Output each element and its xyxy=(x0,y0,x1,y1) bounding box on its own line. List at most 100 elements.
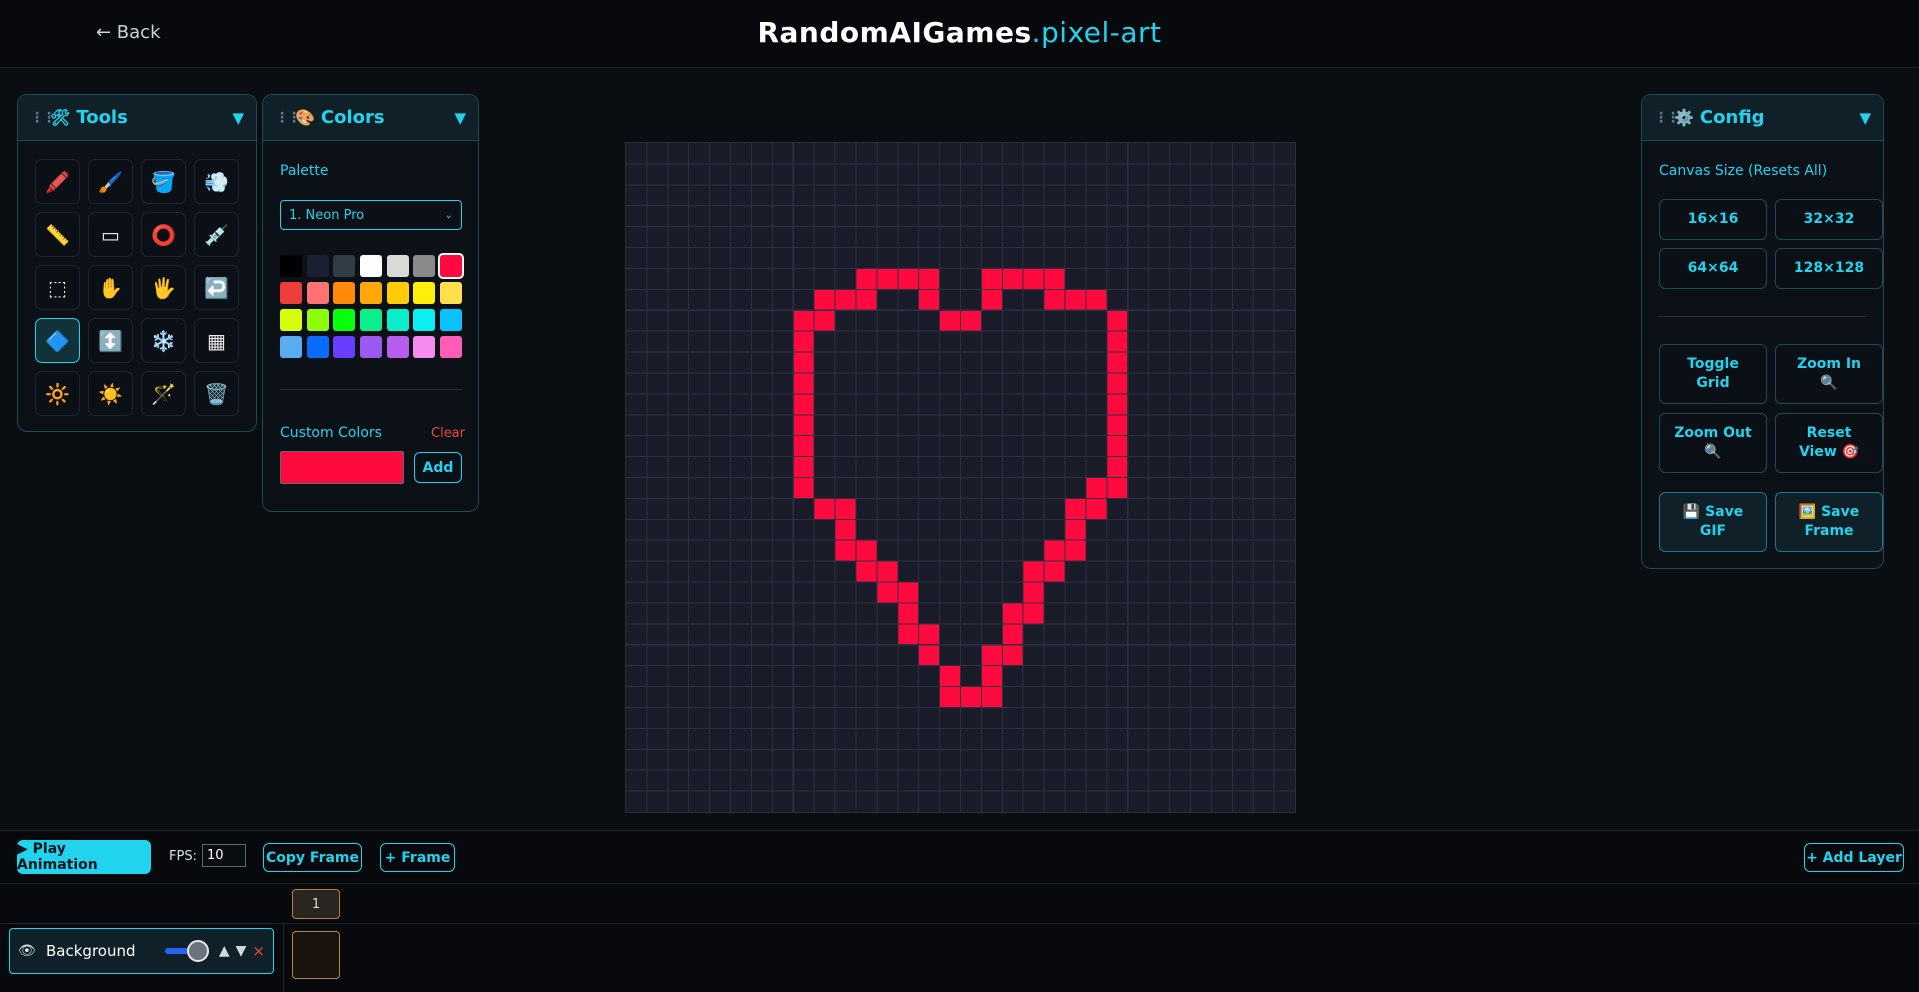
color-swatch[interactable] xyxy=(413,336,436,358)
pixel xyxy=(1023,561,1045,583)
tools-panel-header[interactable]: ⋮⋮ 🛠 Tools ▼ xyxy=(18,95,256,141)
tool-pan-button[interactable]: 🖐️ xyxy=(141,265,186,310)
add-layer-button[interactable]: + Add Layer xyxy=(1804,843,1904,872)
color-swatch[interactable] xyxy=(386,309,409,331)
layer-item-background[interactable]: 👁 Background ▲ ▼ × xyxy=(9,928,274,974)
tool-frost-button[interactable]: ❄️ xyxy=(141,318,186,363)
tool-checker-button[interactable]: ▦ xyxy=(194,318,239,363)
panel-title: Colors xyxy=(320,107,385,128)
config-panel-header[interactable]: ⋮⋮ ⚙️ Config ▼ xyxy=(1642,95,1883,141)
pixel xyxy=(876,268,898,290)
size-32-button[interactable]: 32×32 xyxy=(1775,199,1883,240)
move-layer-up-button[interactable]: ▲ xyxy=(219,943,230,959)
color-swatch[interactable] xyxy=(333,282,356,304)
palette-selected-value: 1. Neon Pro xyxy=(289,207,365,223)
divider xyxy=(283,923,284,992)
tool-hand-move-button[interactable]: ✋ xyxy=(88,265,133,310)
collapse-icon[interactable]: ▼ xyxy=(232,109,244,127)
size-64-button[interactable]: 64×64 xyxy=(1659,248,1767,289)
color-swatch[interactable] xyxy=(280,282,302,304)
color-swatch[interactable] xyxy=(333,309,356,331)
play-animation-button[interactable]: ▶ Play Animation xyxy=(17,840,151,874)
copy-frame-button[interactable]: Copy Frame xyxy=(263,843,362,872)
color-swatch[interactable] xyxy=(413,255,436,277)
color-swatch[interactable] xyxy=(438,253,465,279)
tool-mirror-button[interactable]: 🔷 xyxy=(35,318,80,363)
color-swatch[interactable] xyxy=(386,255,409,277)
colors-panel-header[interactable]: ⋮⋮ 🎨 Colors ▼ xyxy=(263,95,478,141)
custom-color-picker[interactable] xyxy=(280,451,404,484)
color-swatch[interactable] xyxy=(280,336,302,358)
add-frame-button[interactable]: + Frame xyxy=(380,843,455,872)
brand-title: RandomAIGames.pixel-art xyxy=(0,16,1919,49)
tool-trash-button[interactable]: 🗑️ xyxy=(194,371,239,416)
tool-line-button[interactable]: 📏 xyxy=(35,212,80,257)
move-layer-down-button[interactable]: ▼ xyxy=(236,943,247,959)
color-swatch[interactable] xyxy=(280,309,302,331)
color-swatch[interactable] xyxy=(360,282,383,304)
app-header: ← Back RandomAIGames.pixel-art xyxy=(0,0,1919,68)
fps-input[interactable] xyxy=(202,844,246,867)
tool-circle-button[interactable]: ⭕ xyxy=(141,212,186,257)
zoom-out-button[interactable]: Zoom Out 🔍 xyxy=(1659,413,1767,473)
clear-custom-colors-button[interactable]: Clear xyxy=(431,426,465,441)
tool-magic-wand-button[interactable]: 🪄 xyxy=(141,371,186,416)
color-swatch[interactable] xyxy=(440,282,463,304)
color-swatch[interactable] xyxy=(440,309,463,331)
frame-thumbnail-1[interactable] xyxy=(292,931,340,979)
pixel xyxy=(939,686,961,708)
color-swatch[interactable] xyxy=(306,309,329,331)
tool-fill-bucket-button[interactable]: 🪣 xyxy=(141,159,186,204)
color-swatch[interactable] xyxy=(386,282,409,304)
save-gif-button[interactable]: 💾 Save GIF xyxy=(1659,492,1767,552)
drag-handle-icon[interactable]: ⋮⋮ xyxy=(1654,110,1680,126)
frame-number-1[interactable]: 1 xyxy=(292,889,340,919)
slider-knob[interactable] xyxy=(186,940,209,962)
color-swatch[interactable] xyxy=(333,336,356,358)
layer-opacity-slider[interactable] xyxy=(164,940,209,962)
reset-view-button[interactable]: Reset View 🎯 xyxy=(1775,413,1883,473)
color-swatch[interactable] xyxy=(386,336,409,358)
add-custom-color-button[interactable]: Add xyxy=(414,452,462,483)
color-swatch[interactable] xyxy=(413,282,436,304)
tool-rectangle-button[interactable]: ▭ xyxy=(88,212,133,257)
pixel xyxy=(835,519,856,541)
color-swatch[interactable] xyxy=(440,336,463,358)
save-frame-button[interactable]: 🖼️ Save Frame xyxy=(1775,492,1883,552)
color-swatch[interactable] xyxy=(280,255,302,277)
tool-pencil-button[interactable]: 🖍️ xyxy=(35,159,80,204)
color-swatch[interactable] xyxy=(306,282,329,304)
pixel-canvas[interactable] xyxy=(625,142,1296,813)
tool-flip-vertical-button[interactable]: ↕️ xyxy=(88,318,133,363)
toggle-grid-button[interactable]: Toggle Grid xyxy=(1659,344,1767,404)
collapse-icon[interactable]: ▼ xyxy=(1859,109,1871,127)
palette-select[interactable]: 1. Neon Pro ⌄ xyxy=(280,200,462,230)
tool-brush-button[interactable]: 🖌️ xyxy=(88,159,133,204)
pixel xyxy=(835,540,856,562)
pixel xyxy=(855,540,877,562)
pixel-canvas-svg[interactable] xyxy=(626,143,1295,812)
tool-spray-button[interactable]: 💨 xyxy=(194,159,239,204)
darken-icon: ☀️ xyxy=(98,381,123,406)
color-swatch[interactable] xyxy=(360,336,383,358)
tool-darken-button[interactable]: ☀️ xyxy=(88,371,133,416)
hammer-wrench-icon: 🛠 xyxy=(50,108,71,127)
color-swatch[interactable] xyxy=(360,255,383,277)
color-swatch[interactable] xyxy=(413,309,436,331)
size-128-button[interactable]: 128×128 xyxy=(1775,248,1883,289)
tool-select-button[interactable]: ⬚ xyxy=(35,265,80,310)
collapse-icon[interactable]: ▼ xyxy=(454,109,466,127)
zoom-in-button[interactable]: Zoom In 🔍 xyxy=(1775,344,1883,404)
tool-brighten-button[interactable]: 🔆 xyxy=(35,371,80,416)
delete-layer-button[interactable]: × xyxy=(252,942,265,960)
color-swatch[interactable] xyxy=(306,255,329,277)
color-swatch[interactable] xyxy=(333,255,356,277)
eye-icon[interactable]: 👁 xyxy=(18,943,46,959)
size-16-button[interactable]: 16×16 xyxy=(1659,199,1767,240)
drag-handle-icon[interactable]: ⋮⋮ xyxy=(30,110,56,126)
tool-undo-button[interactable]: ↩️ xyxy=(194,265,239,310)
tool-eyedropper-button[interactable]: 💉 xyxy=(194,212,239,257)
color-swatch[interactable] xyxy=(360,309,383,331)
drag-handle-icon[interactable]: ⋮⋮ xyxy=(275,110,301,126)
color-swatch[interactable] xyxy=(306,336,329,358)
